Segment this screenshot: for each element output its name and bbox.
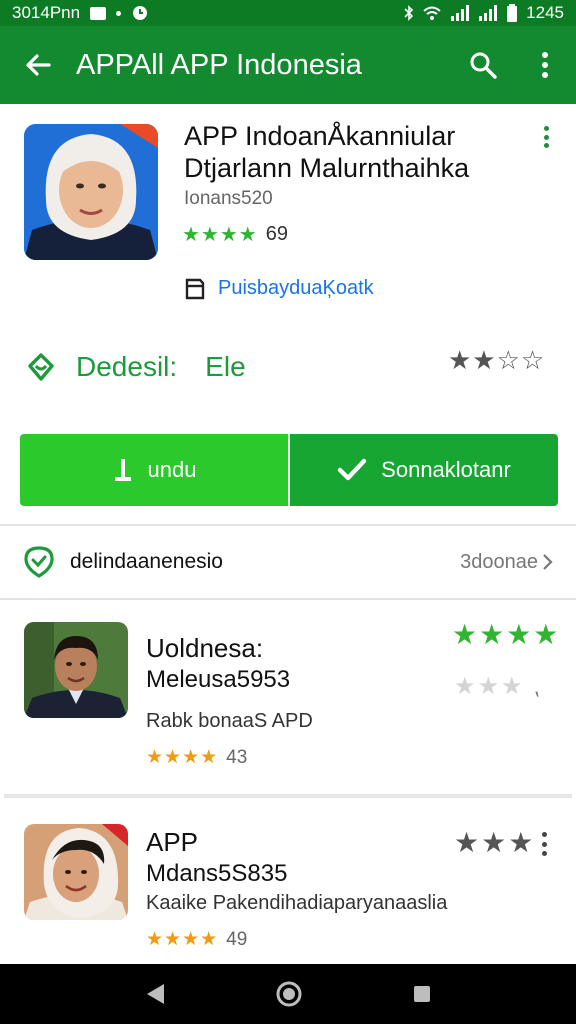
list-item-avatar [24,824,128,920]
app-avatar [24,124,158,260]
search-icon [470,52,497,79]
app-more-button[interactable] [534,122,558,152]
app-title-line1: APP IndoanÅkanniular [184,121,456,151]
download-button-label: undu [147,457,197,482]
person-image [24,622,128,718]
download-button[interactable]: undu [20,434,290,506]
person-hijab-image [24,824,128,920]
nav-recents-icon[interactable] [412,984,432,1004]
list-item-rating: ★★★★ 49 [146,928,247,951]
app-rating-stars: ★★★★ [182,224,258,246]
clock-icon [133,6,148,20]
list-item-rating: ★★★★ 43 [146,746,247,769]
more-vert-icon [542,52,548,78]
app-bar: APPAll APP Indonesia [0,26,576,104]
list-item-title-line1: APP [146,827,199,857]
detail-rating-stars: ★★☆☆ [448,345,546,375]
signal-icon [451,5,470,21]
section-more-label: 3doonae [460,550,538,573]
confirm-button-label: Sonnaklotanr [381,457,511,482]
battery-icon [507,4,518,22]
action-buttons: undu Sonnaklotanr [20,434,558,506]
dot-icon [116,10,122,16]
list-item[interactable]: Uoldnesa: Meleusa5953 Rabk bonaaS APD ★★… [4,600,572,798]
list-item-title: APP Mdans5S835 [146,826,287,890]
list-item-sub-stars: ★★★ [454,673,525,700]
list-item-rating-count: 43 [226,746,248,768]
bluetooth-icon [404,5,414,21]
app-subtitle: Ionans520 [184,188,273,209]
list-item-rating-stars: ★★★★ [146,929,219,950]
list-item-title-line2: Meleusa5953 [146,666,291,693]
notification-icon [90,6,107,20]
section-title: delindaanenesio [70,550,223,573]
more-options-button[interactable] [514,26,576,104]
person-hijab-image [24,124,158,260]
app-rating: ★★★★ 69 [182,222,288,247]
check-icon [337,458,367,481]
list-item[interactable]: APP Mdans5S835 Kaaike Pakendihadiaparyan… [4,804,572,964]
nav-home-icon[interactable] [275,980,303,1008]
list-item-rating-count: 49 [226,928,248,950]
list-item-description: Rabk bonaaS APD [146,710,313,732]
search-button[interactable] [452,26,514,104]
list-item-title: Uoldnesa: Meleusa5953 [146,632,290,696]
section-more-link[interactable]: 3doonae [460,551,554,574]
navigation-bar [0,964,576,1024]
list-item-more-button[interactable] [538,832,550,856]
status-time-right: 1245 [526,3,564,22]
detail-row: Dedesil: Ele [24,350,246,384]
download-icon [114,459,131,481]
list-item-description: Kaaike Pakendihadiaparyanaaslia [146,892,448,914]
status-time-left: 3014Pnn [12,3,81,22]
app-title: APP IndoanÅkanniular Dtjarlann Malurntha… [184,120,504,184]
app-rating-count: 69 [265,223,288,245]
back-button[interactable] [0,26,76,104]
section-header[interactable]: delindaanenesio 3doonae [0,526,576,598]
tag-icon [28,353,54,381]
list-item-sub-suffix: ⹁ [534,677,540,699]
app-bar-title: APPAll APP Indonesia [76,48,362,81]
chevron-right-icon [543,554,553,570]
signal-icon-2 [479,5,498,21]
list-item-title-line1: Uoldnesa: [146,633,264,663]
detail-value: Ele [205,351,246,382]
list-item-title-line2: Mdans5S835 [146,860,288,887]
list-item-top-stars: ★★★★ [452,619,561,650]
developer-link[interactable]: PuisbayduaĶoatk [184,276,374,300]
list-item-rating-stars: ★★★★ [146,747,219,768]
list-item-avatar [24,622,128,718]
bookmark-icon [185,278,205,300]
list-item-sub-rating: ★★★ ⹁ [454,672,539,701]
detail-label: Dedesil: [76,351,178,382]
arrow-left-icon [26,54,51,76]
list-item-top-stars: ★★★ [454,827,536,858]
developer-link-label: PuisbayduaĶoatk [218,276,374,299]
nav-back-icon[interactable] [144,982,166,1006]
location-pin-icon [24,546,54,578]
status-bar: 3014Pnn 1245 [0,0,576,26]
confirm-button[interactable]: Sonnaklotanr [290,434,558,506]
wifi-icon [423,6,441,20]
app-title-line2: Dtjarlann Malurnthaihka [184,153,470,183]
